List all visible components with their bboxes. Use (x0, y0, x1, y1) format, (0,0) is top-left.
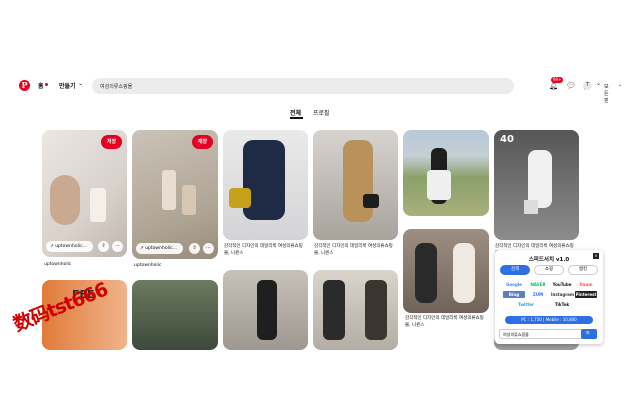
tab-profile[interactable]: 프로필 (313, 108, 330, 117)
tile-overlay-text: 40 (500, 134, 514, 145)
source-link-chip[interactable]: ↗ uptownholic... (46, 241, 93, 252)
pin-caption[interactable]: 감각적인 디자인의 데일리룩 여성의류쇼핑몰, 니퀸스 (224, 244, 308, 257)
home-link[interactable]: 홈 (38, 81, 44, 90)
pinterest-link[interactable]: Pinterest (575, 291, 597, 298)
zum-link[interactable]: ZUM (527, 291, 549, 298)
pin-caption[interactable]: 감각적인 디자인의 데일리룩 여성의류쇼핑몰, 니퀸스 (314, 244, 398, 257)
pin-card-11[interactable] (313, 270, 398, 350)
bing-link[interactable]: Bing (503, 291, 525, 298)
pinterest-logo-icon[interactable]: P (19, 80, 30, 91)
tab-all[interactable]: 전체 (290, 108, 301, 117)
filter-chevron-down-icon[interactable]: ⌄ (618, 82, 622, 88)
home-indicator-dot (45, 83, 48, 86)
pin-card-7[interactable] (403, 229, 489, 313)
pin-card-5[interactable] (403, 130, 489, 216)
tab-label: 랭킹 (578, 267, 588, 272)
pin-caption[interactable]: 감각적인 디자인의 데일리룩 여성의류쇼핑몰, 니퀸스 (405, 316, 489, 329)
figure-shape (323, 280, 345, 340)
tiktok-link[interactable]: TikTok (551, 301, 573, 308)
tab-label: 검색 (510, 267, 520, 272)
outfit-shape (243, 140, 285, 220)
bag-shape (363, 194, 379, 208)
pin-card-10[interactable] (223, 270, 308, 350)
source-link-text: uptownholic... (55, 244, 87, 249)
more-options-icon[interactable]: ⋯ (112, 241, 123, 252)
top-nav-bar: P 홈 만들기 ⌄ ✕ 모든 핀 ⌄ 🔔︎ 99+ 💬︎ T ⌄ (0, 76, 640, 104)
pin-card-1[interactable]: 저장 ↗ uptownholic... ⇧ ⋯ (42, 130, 127, 257)
google-link[interactable]: Google (503, 281, 525, 288)
extension-search-input[interactable] (503, 331, 573, 338)
tab-search[interactable]: 검색 (500, 265, 530, 275)
more-options-icon[interactable]: ⋯ (203, 243, 214, 254)
source-link-text: uptownholic... (145, 246, 177, 251)
account-chevron-down-icon[interactable]: ⌄ (596, 80, 601, 87)
twitter-link[interactable]: Twitter (515, 301, 537, 308)
search-icon[interactable]: 🔍 (581, 329, 597, 339)
speed-search-extension-panel: 스피드서치 v1.0 × 검색 쇼핑 랭킹 Google NAVER YouTu… (495, 250, 603, 344)
figure-shape (453, 243, 475, 303)
product-bottle-shape (162, 170, 176, 210)
pin-source-label[interactable]: uptownholic (134, 263, 161, 270)
model-shape (50, 175, 80, 225)
pin-card-6[interactable]: 40 (494, 130, 579, 240)
keyword-volume-stats: PC : 1,750 | Mobile : 10,800 (505, 316, 593, 324)
source-link-chip[interactable]: ↗ uptownholic... (136, 243, 183, 254)
pin-card-3[interactable] (223, 130, 308, 240)
notifications-bell-icon[interactable]: 🔔︎ (549, 82, 558, 90)
figure-shape (415, 243, 437, 303)
daum-link[interactable]: Daum (575, 281, 597, 288)
product-bottle-shape (90, 188, 106, 222)
bag-shape (524, 200, 538, 214)
tab-shopping[interactable]: 쇼핑 (534, 265, 564, 275)
bag-shape (229, 188, 251, 208)
active-tab-underline (290, 117, 303, 119)
pin-filter-dropdown[interactable]: 모든 핀 (604, 83, 609, 104)
avatar[interactable]: T (583, 81, 592, 90)
naver-link[interactable]: NAVER (527, 281, 549, 288)
search-bar[interactable]: ✕ 모든 핀 ⌄ (92, 78, 622, 104)
pin-card-2[interactable]: 재장 ↗ uptownholic... ⇧ ⋯ (132, 130, 218, 259)
save-button[interactable]: 저장 (101, 135, 122, 149)
messages-icon[interactable]: 💬︎ (566, 81, 576, 90)
youtube-link[interactable]: YouTube (551, 281, 573, 288)
extension-title: 스피드서치 v1.0 (528, 257, 570, 263)
notifications-badge: 99+ (551, 77, 564, 83)
extension-search-box[interactable]: 🔍 (499, 329, 597, 339)
tab-ranking[interactable]: 랭킹 (568, 265, 598, 275)
pin-card-4[interactable] (313, 130, 398, 240)
instagram-link[interactable]: Instagram (551, 291, 574, 298)
skirt-shape (427, 170, 451, 200)
share-icon[interactable]: ⇧ (98, 241, 109, 252)
figure-shape (257, 280, 277, 340)
trench-coat-shape (343, 140, 373, 222)
tab-label: 쇼핑 (544, 267, 554, 272)
create-chevron-down-icon[interactable]: ⌄ (78, 80, 83, 87)
close-icon[interactable]: × (593, 253, 599, 259)
figure-shape (365, 280, 387, 340)
pin-source-label[interactable]: uptownholic (44, 262, 71, 269)
create-menu[interactable]: 만들기 (59, 81, 76, 90)
product-bottle-shape (182, 185, 196, 215)
share-icon[interactable]: ⇧ (189, 243, 200, 254)
search-input[interactable] (100, 81, 480, 91)
pin-card-9[interactable] (132, 280, 218, 350)
save-button[interactable]: 재장 (192, 135, 213, 149)
